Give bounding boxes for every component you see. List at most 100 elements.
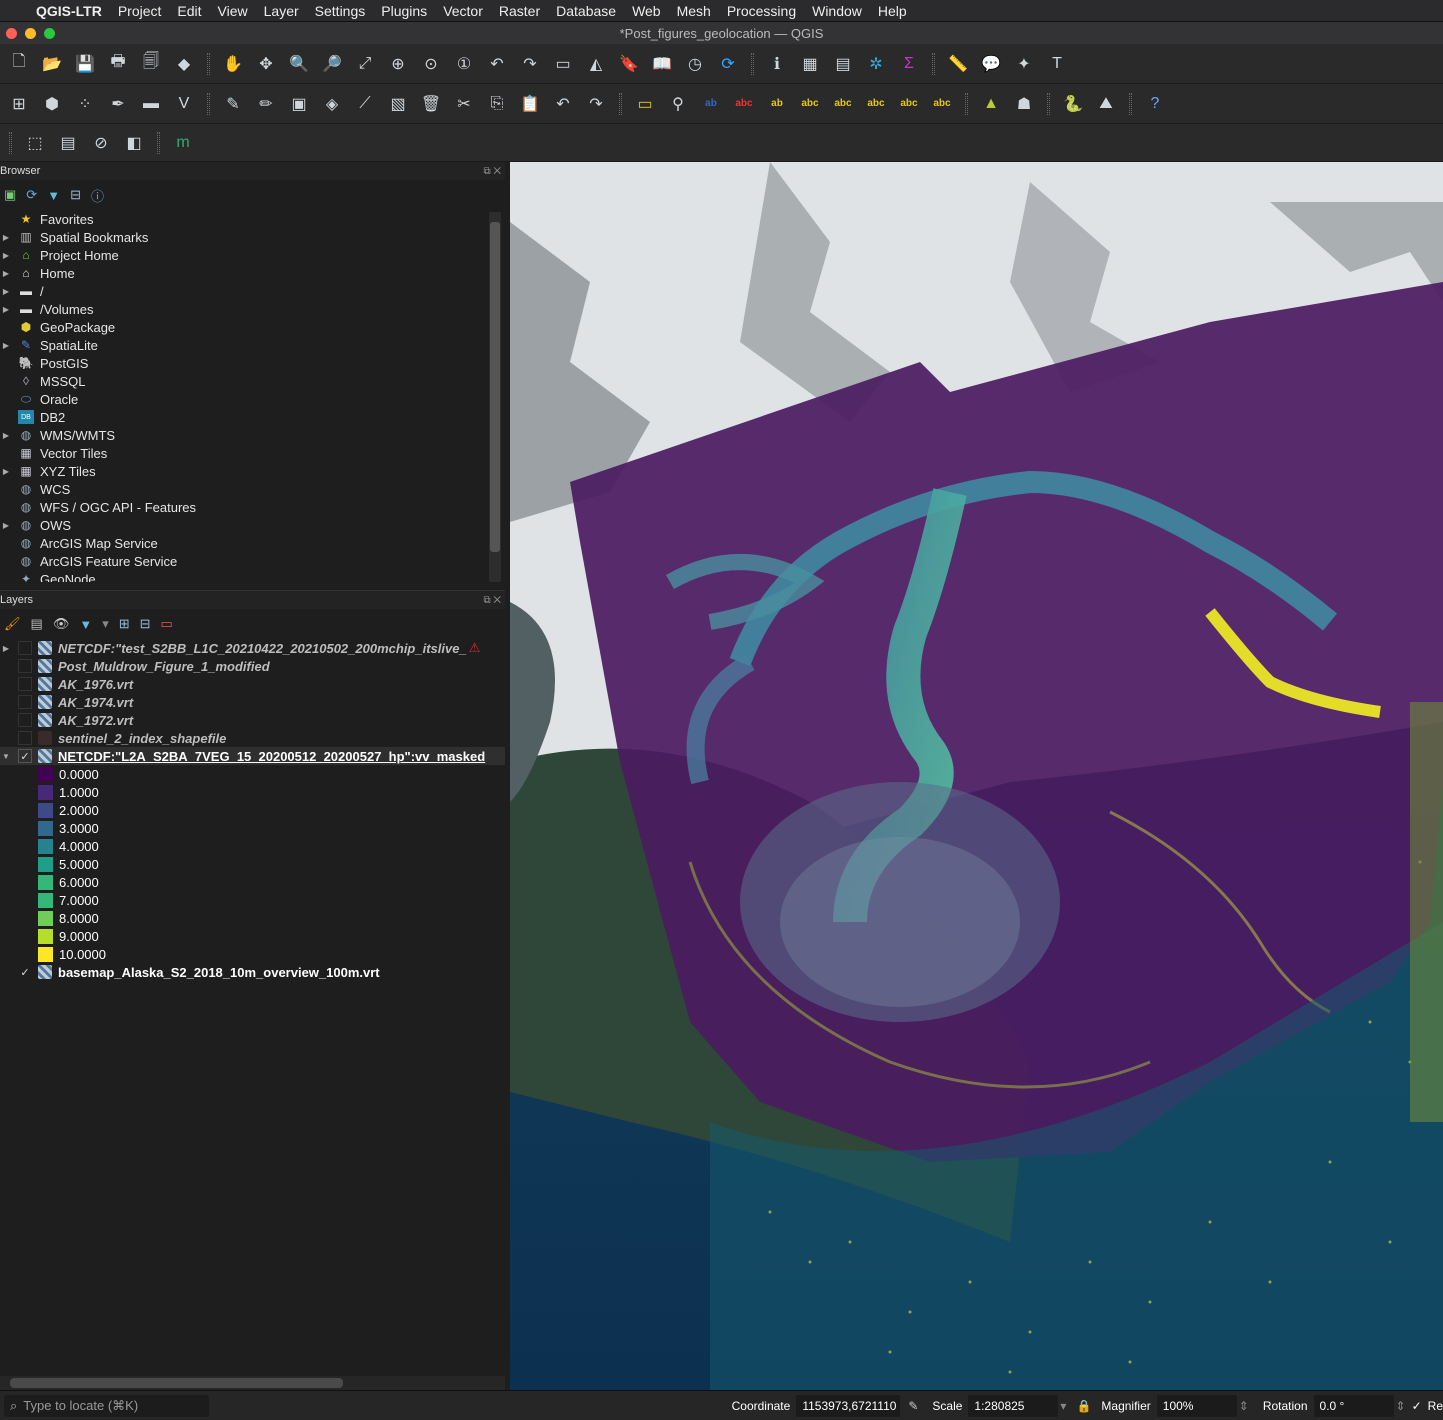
- magnifier-stepper-icon[interactable]: ⇕: [1239, 1399, 1249, 1413]
- browser-item[interactable]: ▶ ◍ WMS/WMTS: [0, 426, 505, 444]
- browser-item[interactable]: ▶ ▥ Spatial Bookmarks: [0, 228, 505, 246]
- new-3d-view-icon[interactable]: ◭: [583, 51, 609, 77]
- edit-icon[interactable]: ✏: [253, 91, 279, 117]
- extents-toggle-icon[interactable]: ✎: [908, 1399, 918, 1413]
- measure-icon[interactable]: 📏: [945, 51, 971, 77]
- settings-icon[interactable]: ✲: [863, 51, 889, 77]
- remove-layer-icon[interactable]: ▭: [161, 616, 173, 632]
- identify-icon[interactable]: ℹ: [764, 51, 790, 77]
- expand-arrow-icon[interactable]: ▶: [0, 341, 12, 350]
- menu-layer[interactable]: Layer: [256, 3, 307, 19]
- menu-project[interactable]: Project: [110, 3, 170, 19]
- label-abc-icon[interactable]: ab: [698, 91, 724, 117]
- menu-view[interactable]: View: [210, 3, 256, 19]
- zoom-layer-icon[interactable]: ⊙: [418, 51, 444, 77]
- rotation-stepper-icon[interactable]: ⇕: [1396, 1399, 1406, 1413]
- select-feature-icon[interactable]: ⬚: [22, 130, 48, 156]
- browser-item[interactable]: ◍ ArcGIS Map Service: [0, 534, 505, 552]
- filter-legend-icon[interactable]: ▼: [79, 617, 92, 632]
- layer-visibility-checkbox[interactable]: [18, 659, 32, 673]
- visibility-icon[interactable]: 👁: [53, 616, 70, 632]
- save-project-icon[interactable]: 💾: [72, 51, 98, 77]
- expand-arrow-icon[interactable]: ▶: [0, 233, 12, 242]
- browser-item[interactable]: ▦ Vector Tiles: [0, 444, 505, 462]
- browser-item[interactable]: ⬭ Oracle: [0, 390, 505, 408]
- browser-item[interactable]: ◍ WFS / OGC API - Features: [0, 498, 505, 516]
- zoom-out-icon[interactable]: 🔎: [319, 51, 345, 77]
- map-tips-icon[interactable]: 💬: [978, 51, 1004, 77]
- zoom-in-icon[interactable]: 🔍: [286, 51, 312, 77]
- layer-visibility-checkbox[interactable]: [18, 641, 32, 655]
- browser-item[interactable]: ▶ ✎ SpatiaLite: [0, 336, 505, 354]
- zoom-selection-icon[interactable]: ⊕: [385, 51, 411, 77]
- browser-item[interactable]: ▶ ▬ /: [0, 282, 505, 300]
- layer-visibility-checkbox[interactable]: ✓: [18, 965, 32, 979]
- menu-processing[interactable]: Processing: [719, 3, 804, 19]
- map-render[interactable]: [510, 162, 1443, 1390]
- digitize-icon[interactable]: ✒: [105, 91, 131, 117]
- browser-item[interactable]: 🐘 PostGIS: [0, 354, 505, 372]
- lock-scale-icon[interactable]: 🔒: [1076, 1399, 1091, 1413]
- select-location-icon[interactable]: ◧: [121, 130, 147, 156]
- virtual-layer-icon[interactable]: V: [171, 91, 197, 117]
- menu-vector[interactable]: Vector: [435, 3, 491, 19]
- plugin-icon[interactable]: ⛰: [1093, 91, 1119, 117]
- layer-visibility-checkbox[interactable]: [18, 713, 32, 727]
- new-bookmark-icon[interactable]: 🔖: [616, 51, 642, 77]
- menu-app[interactable]: QGIS-LTR: [28, 3, 110, 19]
- add-group-icon[interactable]: ▤: [31, 616, 43, 632]
- label-pin-icon[interactable]: abc: [896, 91, 922, 117]
- pan-to-selection-icon[interactable]: ✥: [253, 51, 279, 77]
- refresh-icon[interactable]: ⟳: [26, 187, 37, 203]
- label-toolbar-icon[interactable]: ▭: [632, 91, 658, 117]
- new-map-view-icon[interactable]: ▭: [550, 51, 576, 77]
- add-layer-icon[interactable]: ▣: [4, 187, 16, 203]
- browser-item[interactable]: ◊ MSSQL: [0, 372, 505, 390]
- browser-item[interactable]: ⬢ GeoPackage: [0, 318, 505, 336]
- add-feature-icon[interactable]: ◈: [319, 91, 345, 117]
- panel-float-close-icon[interactable]: ⧉ ✕: [483, 595, 501, 606]
- print-layout-icon[interactable]: 🖶: [105, 51, 131, 77]
- attribute-table-icon[interactable]: ▦: [797, 51, 823, 77]
- sum-icon[interactable]: Σ: [896, 51, 922, 77]
- paste-icon[interactable]: 📋: [517, 91, 543, 117]
- layers-hscroll-thumb[interactable]: [10, 1378, 343, 1388]
- layer-row[interactable]: AK_1974.vrt: [0, 693, 505, 711]
- scale-field[interactable]: 1:280825: [968, 1394, 1059, 1417]
- layer-row[interactable]: sentinel_2_index_shapefile: [0, 729, 505, 747]
- menu-mesh[interactable]: Mesh: [669, 3, 719, 19]
- style-manager-icon[interactable]: ◆: [171, 51, 197, 77]
- layer-row[interactable]: Post_Muldrow_Figure_1_modified: [0, 657, 505, 675]
- cut-icon[interactable]: ✂: [451, 91, 477, 117]
- python-icon[interactable]: 🐍: [1060, 91, 1086, 117]
- map-canvas[interactable]: [510, 162, 1443, 1390]
- open-project-icon[interactable]: 📂: [39, 51, 65, 77]
- label-show-icon[interactable]: abc: [863, 91, 889, 117]
- filter-icon[interactable]: ▼: [47, 188, 60, 203]
- menu-settings[interactable]: Settings: [307, 3, 374, 19]
- label-change-icon[interactable]: abc: [830, 91, 856, 117]
- menu-window[interactable]: Window: [804, 3, 870, 19]
- browser-item[interactable]: ✦ GeoNode: [0, 570, 505, 583]
- browser-item[interactable]: ▶ ▬ /Volumes: [0, 300, 505, 318]
- new-geopackage-icon[interactable]: ⬢: [39, 91, 65, 117]
- minimize-window-button[interactable]: [25, 28, 36, 39]
- expand-arrow-icon[interactable]: ▶: [0, 287, 12, 296]
- style-icon[interactable]: 🖌: [4, 616, 21, 632]
- scale-dropdown-icon[interactable]: ▾: [1060, 1399, 1066, 1413]
- close-window-button[interactable]: [6, 28, 17, 39]
- label-rotate-icon[interactable]: abc: [797, 91, 823, 117]
- undo-icon[interactable]: ↶: [550, 91, 576, 117]
- menu-plugins[interactable]: Plugins: [373, 3, 435, 19]
- browser-item[interactable]: ▶ ▦ XYZ Tiles: [0, 462, 505, 480]
- label-highlight-icon[interactable]: abc: [929, 91, 955, 117]
- show-bookmarks-icon[interactable]: 📖: [649, 51, 675, 77]
- expand-arrow-icon[interactable]: ▶: [0, 644, 12, 653]
- vertex-tool-icon[interactable]: ⟋: [352, 91, 378, 117]
- browser-item[interactable]: ★ Favorites: [0, 210, 505, 228]
- render-checkbox[interactable]: ✓: [1412, 1399, 1422, 1413]
- panel-float-close-icon[interactable]: ⧉ ✕: [483, 166, 501, 177]
- filter-expression-icon[interactable]: ▾: [102, 616, 109, 632]
- georeferencer-icon[interactable]: ▲: [978, 91, 1004, 117]
- save-edits-icon[interactable]: ▬: [138, 91, 164, 117]
